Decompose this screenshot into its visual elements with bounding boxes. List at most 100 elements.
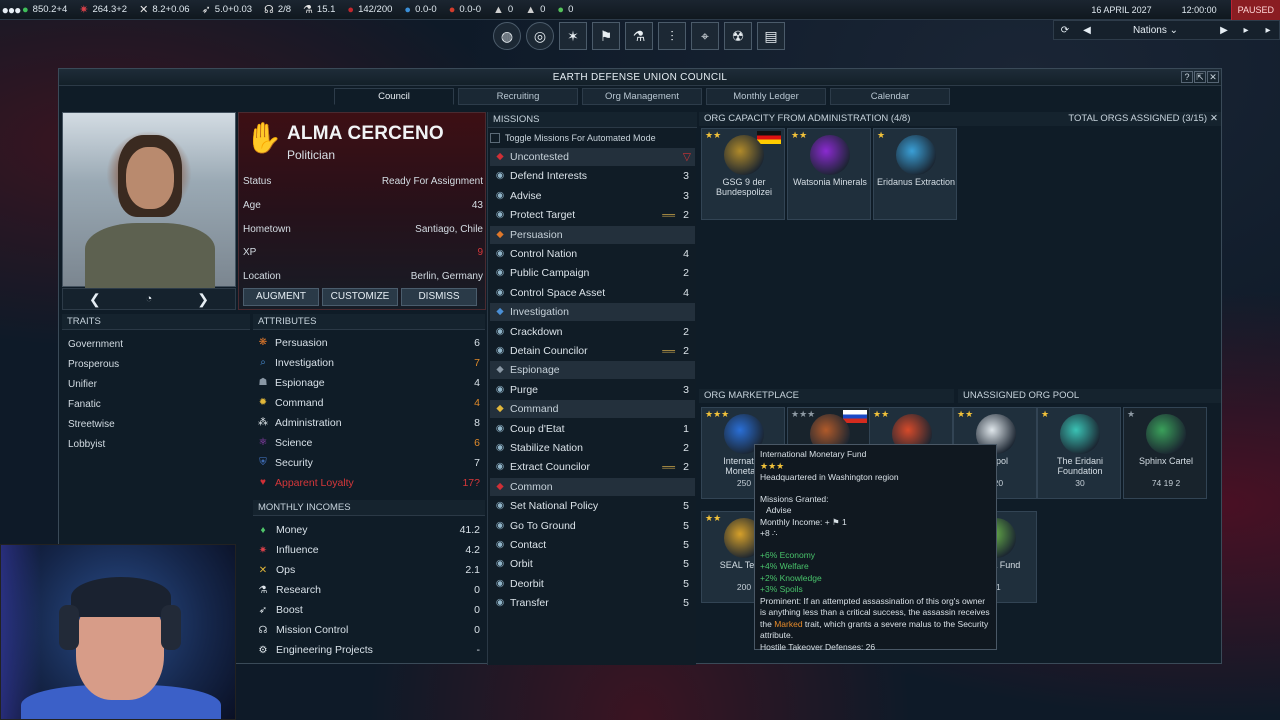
checkbox-icon[interactable] bbox=[490, 133, 500, 143]
resource-ops[interactable]: ✕ 8.2+0.06 bbox=[139, 3, 189, 16]
attribute-apparent-loyalty[interactable]: ♥ Apparent Loyalty 17? bbox=[256, 477, 480, 489]
resource-value: 5.0+0.03 bbox=[214, 4, 253, 15]
trait-item[interactable]: Lobbyist bbox=[68, 439, 105, 450]
close-orgs-icon[interactable]: ✕ bbox=[1210, 112, 1218, 126]
prev-icon[interactable]: ◀ bbox=[1076, 25, 1098, 36]
trait-item[interactable]: Prosperous bbox=[68, 359, 119, 370]
mission-name: Stabilize Nation bbox=[510, 442, 583, 454]
prev-councilor-icon[interactable]: ❮ bbox=[89, 291, 101, 308]
income-money: ♦ Money 41.2 bbox=[256, 524, 480, 536]
mission-protect-target[interactable]: ◉ Protect Target ══ 2 bbox=[490, 206, 695, 224]
trait-item[interactable]: Streetwise bbox=[68, 419, 115, 430]
tab-calendar[interactable]: Calendar bbox=[830, 88, 950, 105]
paused-indicator[interactable]: PAUSED bbox=[1230, 0, 1280, 20]
mission-contact[interactable]: ◉ Contact 5 bbox=[490, 536, 695, 554]
help-icon[interactable]: ? bbox=[1181, 71, 1193, 83]
tab-org-management[interactable]: Org Management bbox=[582, 88, 702, 105]
mission-advise[interactable]: ◉ Advise 3 bbox=[490, 187, 695, 205]
mission-orbit[interactable]: ◉ Orbit 5 bbox=[490, 555, 695, 573]
orbit-icon: ◉ bbox=[495, 558, 505, 570]
mission-set-national-policy[interactable]: ◉ Set National Policy 5 bbox=[490, 497, 695, 515]
org-card-assigned-2[interactable]: ★ Eridanus Extraction bbox=[873, 128, 957, 220]
mission-purge[interactable]: ◉ Purge 3 bbox=[490, 381, 695, 399]
tab-council[interactable]: Council bbox=[334, 88, 454, 105]
mission-control-space-asset[interactable]: ◉ Control Space Asset 4 bbox=[490, 284, 695, 302]
next-councilor-icon[interactable]: ❯ bbox=[197, 291, 209, 308]
popout-icon[interactable]: ⇱ bbox=[1194, 71, 1206, 83]
attribute-espionage[interactable]: ☗ Espionage 4 bbox=[256, 377, 480, 389]
close-icon[interactable]: ✕ bbox=[1207, 71, 1219, 83]
nations-dropdown[interactable]: Nations ⌄ bbox=[1098, 25, 1213, 36]
info-age: Age 43 bbox=[243, 200, 483, 211]
attribute-persuasion[interactable]: ❋ Persuasion 6 bbox=[256, 337, 480, 349]
fleet-icon[interactable]: ⫶ bbox=[658, 22, 686, 50]
resource-boost[interactable]: ➶ 5.0+0.03 bbox=[202, 3, 252, 16]
mission-stabilize-nation[interactable]: ◉ Stabilize Nation 2 bbox=[490, 439, 695, 457]
resource-research[interactable]: ⚗ 15.1 bbox=[303, 3, 335, 16]
administration-icon: ⁂ bbox=[258, 417, 268, 428]
resource-money[interactable]: ● 850.2+4 bbox=[22, 4, 67, 16]
resource-volatiles[interactable]: ● 0.0-0 bbox=[449, 4, 481, 16]
attribute-science[interactable]: ⚛ Science 6 bbox=[256, 437, 480, 449]
attribute-security[interactable]: ⛨ Security 7 bbox=[256, 457, 480, 469]
org-card-assigned-0[interactable]: ★★ GSG 9 der Bundespolizei bbox=[701, 128, 785, 220]
trait-item[interactable]: Fanatic bbox=[68, 399, 101, 410]
org-card-pool-0[interactable]: ★ The Eridani Foundation 30 bbox=[1037, 407, 1121, 499]
resource-influence[interactable]: ✷ 264.3+2 bbox=[79, 3, 127, 16]
mission-coup-d-etat[interactable]: ◉ Coup d'Etat 1 bbox=[490, 420, 695, 438]
customize-button[interactable]: CUSTOMIZE bbox=[322, 288, 398, 306]
ledger-icon[interactable]: ▤ bbox=[757, 22, 785, 50]
income-research: ⚗ Research 0 bbox=[256, 584, 480, 596]
augment-button[interactable]: AUGMENT bbox=[243, 288, 319, 306]
resource-noble-metals[interactable]: ▲ 0 bbox=[525, 4, 545, 16]
speed-2-icon[interactable]: ▸ bbox=[1235, 25, 1257, 36]
play-icon[interactable]: ▶ bbox=[1213, 25, 1235, 36]
mission-control-nation[interactable]: ◉ Control Nation 4 bbox=[490, 245, 695, 263]
mission-defend-interests[interactable]: ◉ Defend Interests 3 bbox=[490, 167, 695, 185]
trait-item[interactable]: Unifier bbox=[68, 379, 97, 390]
resource-value: 0 bbox=[540, 4, 546, 15]
mission-deorbit[interactable]: ◉ Deorbit 5 bbox=[490, 575, 695, 593]
tab-monthly-ledger[interactable]: Monthly Ledger bbox=[706, 88, 826, 105]
research-nav-icon[interactable]: ⚗ bbox=[625, 22, 653, 50]
resource-control-points[interactable]: ● 142/200 bbox=[347, 4, 392, 16]
globe-icon[interactable]: ◍ bbox=[493, 22, 521, 50]
attribute-command[interactable]: ✹ Command 4 bbox=[256, 397, 480, 409]
resource-metals[interactable]: ▲ 0 bbox=[493, 4, 513, 16]
resource-mission-control[interactable]: ☊ 2/8 bbox=[264, 3, 291, 16]
unassigned-pool-header: UNASSIGNED ORG POOL bbox=[958, 389, 1221, 403]
mission-name: Defend Interests bbox=[510, 170, 588, 183]
volatiles-icon: ● bbox=[448, 3, 456, 16]
resource-water[interactable]: ● 0.0-0 bbox=[404, 4, 436, 16]
mission-name: Espionage bbox=[510, 364, 560, 377]
attribute-administration[interactable]: ⁂ Administration 8 bbox=[256, 417, 480, 429]
mission-go-to-ground[interactable]: ◉ Go To Ground 5 bbox=[490, 517, 695, 535]
attribute-value: 7 bbox=[474, 357, 480, 369]
mission-crackdown[interactable]: ◉ Crackdown 2 bbox=[490, 323, 695, 341]
speed-3-icon[interactable]: ▸ bbox=[1257, 25, 1279, 36]
org-card-pool-1[interactable]: ★ Sphinx Cartel 74 19 2 bbox=[1123, 407, 1207, 499]
mission-public-campaign[interactable]: ◉ Public Campaign 2 bbox=[490, 264, 695, 282]
main-menu-icon[interactable]: ●●● bbox=[0, 3, 22, 17]
org-card-assigned-1[interactable]: ★★ Watsonia Minerals bbox=[787, 128, 871, 220]
resource-fissiles[interactable]: ● 0 bbox=[557, 4, 573, 16]
settings-icon[interactable]: ⟳ bbox=[1054, 25, 1076, 36]
portrait-options-icon[interactable]: ◔ bbox=[146, 293, 153, 305]
location-icon[interactable]: ⌖ bbox=[691, 22, 719, 50]
tab-recruiting[interactable]: Recruiting bbox=[458, 88, 578, 105]
dropdown-triangle-icon[interactable]: ▽ bbox=[683, 151, 691, 163]
alien-icon[interactable]: ☢ bbox=[724, 22, 752, 50]
income-mission-control: ☊ Mission Control 0 bbox=[256, 624, 480, 636]
mission-count: 2 bbox=[683, 209, 689, 222]
mission-detain-councilor[interactable]: ◉ Detain Councilor ══ 2 bbox=[490, 342, 695, 360]
dismiss-button[interactable]: DISMISS bbox=[401, 288, 477, 306]
attribute-investigation[interactable]: ⌕ Investigation 7 bbox=[256, 357, 480, 369]
toggle-automated-missions[interactable]: Toggle Missions For Automated Mode bbox=[490, 131, 695, 145]
mission-extract-councilor[interactable]: ◉ Extract Councilor ══ 2 bbox=[490, 458, 695, 476]
target-icon[interactable]: ◎ bbox=[526, 22, 554, 50]
trait-item[interactable]: Government bbox=[68, 339, 123, 350]
mission-transfer[interactable]: ◉ Transfer 5 bbox=[490, 594, 695, 612]
councilor-role: Politician bbox=[287, 148, 336, 162]
flag-icon[interactable]: ⚑ bbox=[592, 22, 620, 50]
faction-icon[interactable]: ✶ bbox=[559, 22, 587, 50]
